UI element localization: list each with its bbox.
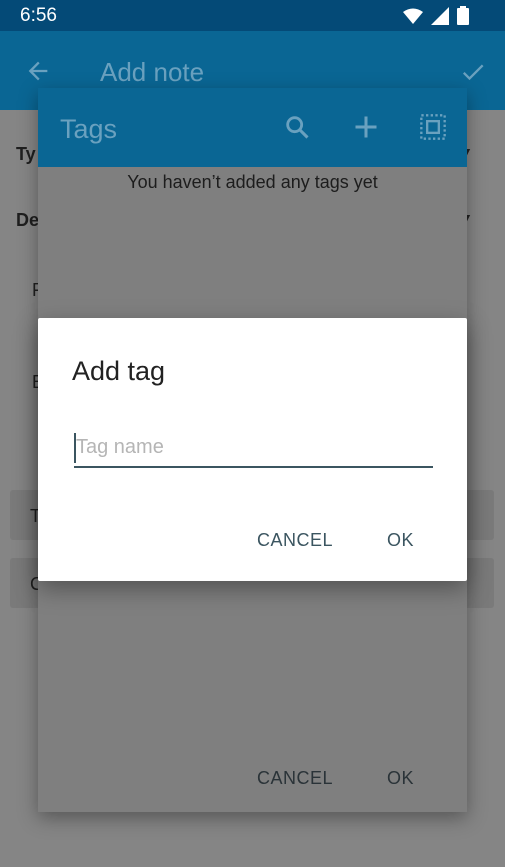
status-time: 6:56 [20,5,57,26]
battery-icon [457,6,469,25]
tags-ok-button[interactable]: OK [387,768,414,789]
ok-button[interactable]: OK [381,526,420,555]
add-icon[interactable] [352,113,380,141]
text-cursor [74,433,76,463]
type-label: Ty [16,144,36,164]
select-all-icon[interactable] [419,113,447,141]
search-icon[interactable] [283,113,311,141]
signal-icon [431,6,449,25]
back-arrow-icon[interactable] [24,57,52,85]
app-title: Add note [100,57,205,87]
tags-empty-message: You haven’t added any tags yet [127,172,378,192]
wifi-icon [403,8,423,24]
description-label: De [16,210,40,230]
check-icon[interactable] [459,58,487,86]
status-bar: 6:56 [0,0,505,31]
tags-dialog-title: Tags [60,114,118,144]
tag-name-input[interactable] [74,428,433,468]
tags-cancel-button[interactable]: CANCEL [257,768,333,789]
cancel-button[interactable]: CANCEL [251,526,339,555]
add-tag-dialog-title: Add tag [72,356,166,386]
tags-dialog-header: Tags [38,88,467,167]
add-tag-dialog: Add tag CANCEL OK [38,318,467,581]
status-icons [403,6,469,25]
